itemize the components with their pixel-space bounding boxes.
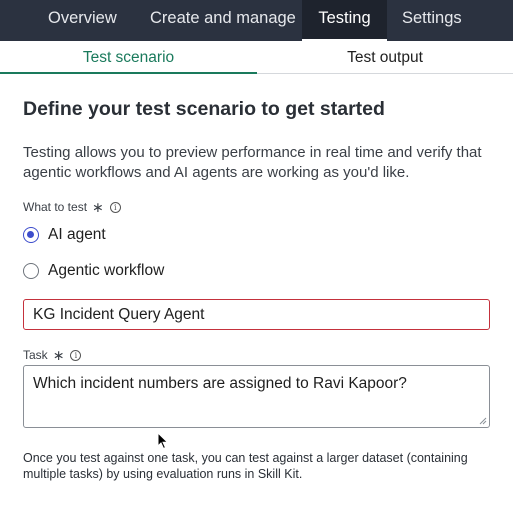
nav-tab-overview[interactable]: Overview [48, 0, 117, 41]
top-nav: Overview Create and manage Testing Setti… [0, 0, 513, 41]
nav-tab-create-and-manage[interactable]: Create and manage [150, 0, 296, 41]
radio-ai-agent-label: AI agent [48, 226, 106, 243]
page-description: Testing allows you to preview performanc… [23, 144, 482, 181]
required-asterisk-icon: ∗ [92, 199, 104, 215]
required-asterisk-icon: ∗ [52, 347, 65, 363]
sub-tabs: Test scenario Test output [0, 41, 513, 74]
nav-tab-testing[interactable]: Testing [302, 0, 387, 41]
task-label: Task ∗ i [23, 347, 82, 363]
radio-agentic-workflow-label: Agentic workflow [48, 262, 165, 279]
task-textarea[interactable]: Which incident numbers are assigned to R… [23, 365, 490, 428]
info-icon[interactable]: i [70, 349, 82, 361]
nav-tab-settings[interactable]: Settings [402, 0, 462, 41]
radio-ai-agent[interactable]: AI agent [23, 226, 106, 244]
info-icon[interactable]: i [109, 201, 121, 213]
page-title: Define your test scenario to get started [23, 98, 385, 120]
what-to-test-label: What to test ∗ i [23, 200, 121, 214]
task-text: Which incident numbers are assigned to R… [33, 375, 407, 392]
task-label-text: Task [23, 348, 48, 362]
mouse-cursor-icon [157, 432, 169, 450]
radio-unchecked-icon[interactable] [23, 263, 39, 279]
what-to-test-label-text: What to test [23, 200, 88, 214]
radio-checked-icon[interactable] [23, 227, 39, 243]
tab-test-scenario[interactable]: Test scenario [0, 41, 257, 74]
radio-agentic-workflow[interactable]: Agentic workflow [23, 262, 164, 280]
footnote-text: Once you test against one task, you can … [23, 451, 468, 481]
resize-handle-icon[interactable] [479, 417, 487, 425]
agent-select-input[interactable]: KG Incident Query Agent [23, 299, 490, 330]
tab-test-output[interactable]: Test output [257, 41, 513, 74]
